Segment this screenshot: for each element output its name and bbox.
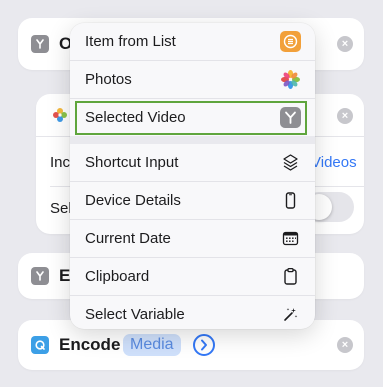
- stack-icon: [280, 152, 301, 173]
- menu-item-label: Clipboard: [85, 268, 150, 285]
- shortcut-editor: O × × Inc Videos Sel E Encode Media × It…: [0, 0, 383, 387]
- row-label: Sel: [50, 200, 72, 217]
- menu-item-item-from-list[interactable]: Item from List: [70, 23, 315, 60]
- menu-item-label: Current Date: [85, 230, 171, 247]
- menu-item-label: Photos: [85, 71, 132, 88]
- menu-item-shortcut-input[interactable]: Shortcut Input: [70, 144, 315, 181]
- menu-item-photos[interactable]: Photos: [70, 61, 315, 98]
- chevron-right-icon[interactable]: [193, 334, 215, 356]
- calendar-icon: [280, 228, 301, 249]
- menu-item-clipboard[interactable]: Clipboard: [70, 258, 315, 295]
- list-icon: [280, 31, 301, 52]
- row-value-link[interactable]: Videos: [311, 154, 357, 171]
- section-gap: [70, 136, 315, 144]
- action-icon: [31, 267, 49, 285]
- variable-menu: Item from List Photos Selected Video Sho…: [70, 23, 315, 329]
- close-icon[interactable]: ×: [337, 337, 353, 353]
- menu-item-device-details[interactable]: Device Details: [70, 182, 315, 219]
- selection-highlight: [75, 101, 307, 135]
- menu-item-label: Select Variable: [85, 306, 185, 323]
- encode-icon: [31, 336, 49, 354]
- magic-wand-icon: [280, 304, 301, 325]
- action-title: E: [59, 266, 71, 285]
- close-icon[interactable]: ×: [337, 108, 353, 124]
- phone-icon: [280, 190, 301, 211]
- menu-item-label: Device Details: [85, 192, 181, 209]
- action-icon: [31, 35, 49, 53]
- encode-title: Encode: [59, 335, 121, 354]
- clipboard-icon: [280, 266, 301, 287]
- row-label: Inc: [50, 154, 71, 171]
- photos-icon: [51, 106, 69, 124]
- menu-item-label: Item from List: [85, 33, 176, 50]
- photos-icon: [280, 69, 301, 90]
- close-icon[interactable]: ×: [337, 36, 353, 52]
- menu-item-label: Shortcut Input: [85, 154, 179, 171]
- menu-item-select-variable[interactable]: Select Variable: [70, 296, 315, 329]
- menu-item-current-date[interactable]: Current Date: [70, 220, 315, 257]
- media-token[interactable]: Media: [123, 334, 181, 356]
